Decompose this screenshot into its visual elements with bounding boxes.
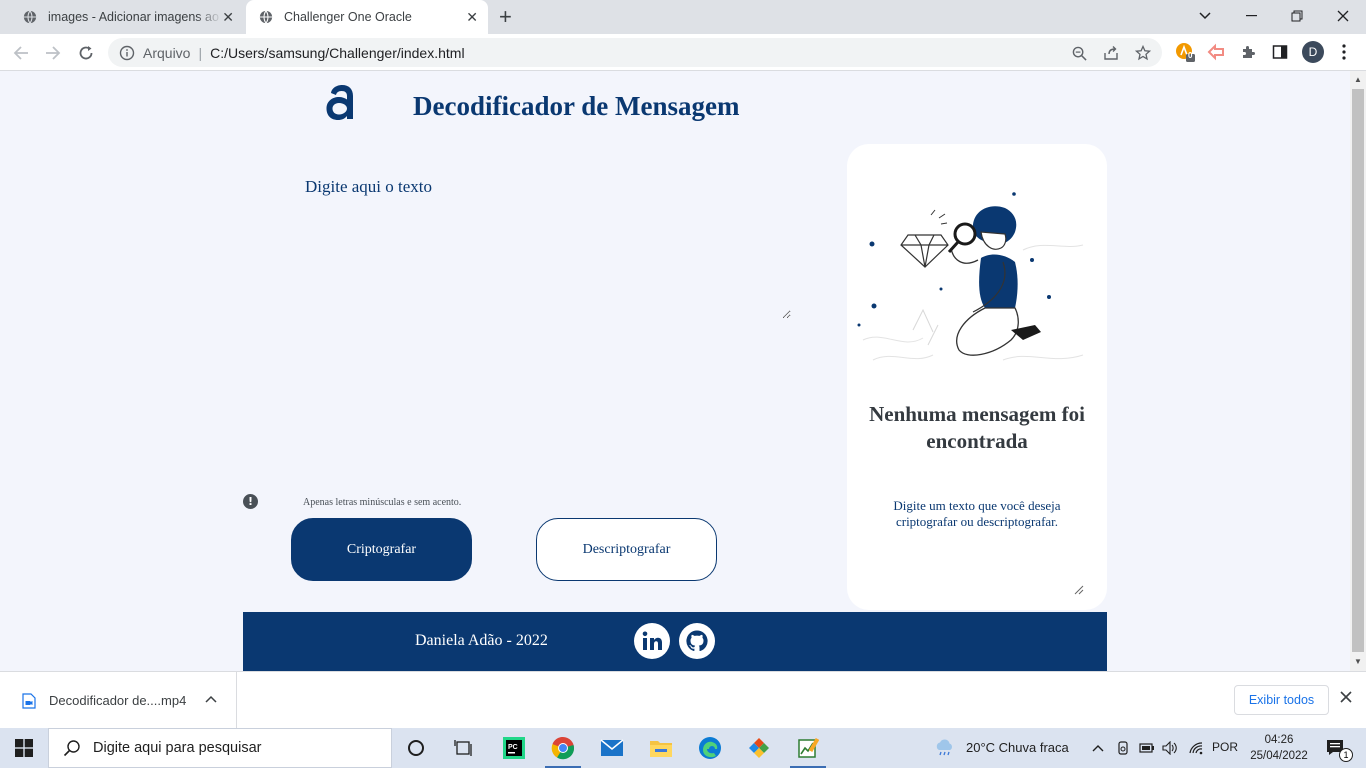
url-separator: | [198, 44, 203, 61]
tab-title: images - Adicionar imagens ao README [48, 10, 222, 24]
linkedin-icon[interactable] [634, 623, 670, 659]
browser-toolbar: Arquivo | C:/Users/samsung/Challenger/in… [0, 34, 1366, 71]
side-panel-icon[interactable] [1270, 42, 1290, 62]
reload-icon[interactable] [74, 41, 98, 65]
minimize-icon[interactable] [1228, 0, 1274, 32]
scroll-down-arrow-icon[interactable]: ▼ [1354, 657, 1362, 666]
search-icon [63, 740, 80, 757]
chrome-icon[interactable] [539, 728, 587, 768]
clock-time: 04:26 [1264, 734, 1294, 746]
task-view-icon[interactable] [440, 728, 488, 768]
show-all-downloads-button[interactable]: Exibir todos [1234, 685, 1329, 715]
share-icon[interactable] [1102, 44, 1120, 62]
decrypt-button[interactable]: Descriptografar [536, 518, 717, 581]
weather-cloud-rain-icon[interactable] [920, 728, 970, 768]
meet-now-icon[interactable] [1113, 728, 1133, 768]
volume-icon[interactable] [1160, 728, 1180, 768]
weather-text[interactable]: 20°C Chuva fraca [966, 740, 1069, 755]
input-language[interactable]: POR [1212, 740, 1238, 754]
notification-count: 1 [1339, 748, 1353, 762]
chrome-menu-icon[interactable] [1334, 42, 1354, 62]
url-text[interactable]: C:/Users/samsung/Challenger/index.html [210, 45, 464, 61]
globe-icon [22, 9, 38, 25]
forward-arrow-icon[interactable] [41, 41, 65, 65]
scrollbar-thumb[interactable] [1352, 89, 1364, 652]
close-window-icon[interactable] [1320, 0, 1366, 32]
edge-icon[interactable] [686, 728, 734, 768]
pycharm-icon[interactable]: PC [490, 728, 538, 768]
bookmark-star-icon[interactable] [1134, 44, 1152, 62]
resize-handle-icon[interactable] [1074, 585, 1084, 595]
extensions-puzzle-icon[interactable] [1238, 42, 1258, 62]
page-viewport: Decodificador de Mensagem ! Apenas letra… [0, 71, 1350, 671]
file-explorer-icon[interactable] [637, 728, 685, 768]
restore-icon[interactable] [1274, 0, 1320, 32]
browser-tab-strip: images - Adicionar imagens ao README ✕ C… [0, 0, 1366, 34]
video-file-icon [22, 692, 36, 709]
extension-badge-icon[interactable]: 0 [1175, 42, 1195, 62]
extension-badge-count: 0 [1188, 51, 1193, 60]
download-file-name: Decodificador de....mp4 [49, 693, 187, 708]
show-hidden-icons-chevron-icon[interactable] [1088, 728, 1108, 768]
git-client-icon[interactable] [735, 728, 783, 768]
back-arrow-icon[interactable] [9, 41, 33, 65]
windows-start-icon[interactable] [0, 728, 48, 768]
no-message-subtitle: Digite um texto que você deseja criptogr… [893, 498, 1061, 529]
github-icon[interactable] [679, 623, 715, 659]
alura-logo [326, 85, 353, 120]
close-tab-icon[interactable]: ✕ [222, 9, 234, 26]
extension-arrow-icon[interactable] [1206, 42, 1226, 62]
chevron-up-icon[interactable] [205, 692, 217, 706]
profile-avatar[interactable]: D [1302, 41, 1324, 63]
battery-icon[interactable] [1137, 728, 1157, 768]
scroll-up-arrow-icon[interactable]: ▲ [1354, 75, 1362, 84]
no-message-title: Nenhuma mensagem foi encontrada [869, 402, 1085, 453]
download-bar: Decodificador de....mp4 Exibir todos [0, 671, 1366, 729]
system-clock[interactable]: 04:26 25/04/2022 [1244, 732, 1314, 764]
mail-icon[interactable] [588, 728, 636, 768]
encrypt-button[interactable]: Criptografar [291, 518, 472, 581]
site-info-icon[interactable] [119, 45, 135, 61]
page-title: Decodificador de Mensagem [413, 91, 740, 121]
close-tab-icon[interactable]: ✕ [466, 9, 478, 26]
notification-center-icon[interactable]: 1 [1318, 728, 1354, 768]
footer-credit: Daniela Adão - 2022 [415, 632, 548, 649]
tab-challenger-one-oracle[interactable]: Challenger One Oracle ✕ [246, 0, 488, 34]
tab-search-chevron-icon[interactable] [1182, 0, 1228, 32]
taskbar-search-placeholder: Digite aqui para pesquisar [93, 740, 262, 756]
output-panel: Nenhuma mensagem foi encontrada Digite u… [847, 144, 1107, 610]
zoom-icon[interactable] [1070, 44, 1088, 62]
svg-text:PC: PC [508, 744, 518, 751]
new-tab-plus-icon[interactable]: + [499, 6, 512, 28]
windows-taskbar: Digite aqui para pesquisar PC 20°C Chuva… [0, 728, 1366, 768]
tab-title: Challenger One Oracle [284, 10, 412, 24]
close-download-bar-icon[interactable] [1340, 690, 1352, 708]
url-scheme-label: Arquivo [143, 44, 191, 61]
globe-icon [258, 9, 274, 25]
person-magnifier-illustration [857, 192, 1084, 361]
tab-images-readme[interactable]: images - Adicionar imagens ao README ✕ [4, 0, 244, 34]
download-item[interactable]: Decodificador de....mp4 [0, 672, 237, 729]
page-scrollbar[interactable]: ▲ ▼ [1350, 71, 1366, 671]
address-bar[interactable]: Arquivo | C:/Users/samsung/Challenger/in… [108, 38, 1162, 67]
exclamation-circle-icon: ! [243, 494, 258, 509]
taskbar-search-box[interactable]: Digite aqui para pesquisar [48, 728, 392, 768]
input-warning: Apenas letras minúsculas e sem acento. [303, 497, 462, 508]
notepad-chart-icon[interactable] [784, 728, 832, 768]
page-footer: Daniela Adão - 2022 [243, 612, 1107, 671]
wifi-icon[interactable] [1186, 728, 1206, 768]
cortana-circle-icon[interactable] [392, 728, 440, 768]
clock-date: 25/04/2022 [1250, 750, 1308, 762]
message-input[interactable] [297, 171, 791, 319]
